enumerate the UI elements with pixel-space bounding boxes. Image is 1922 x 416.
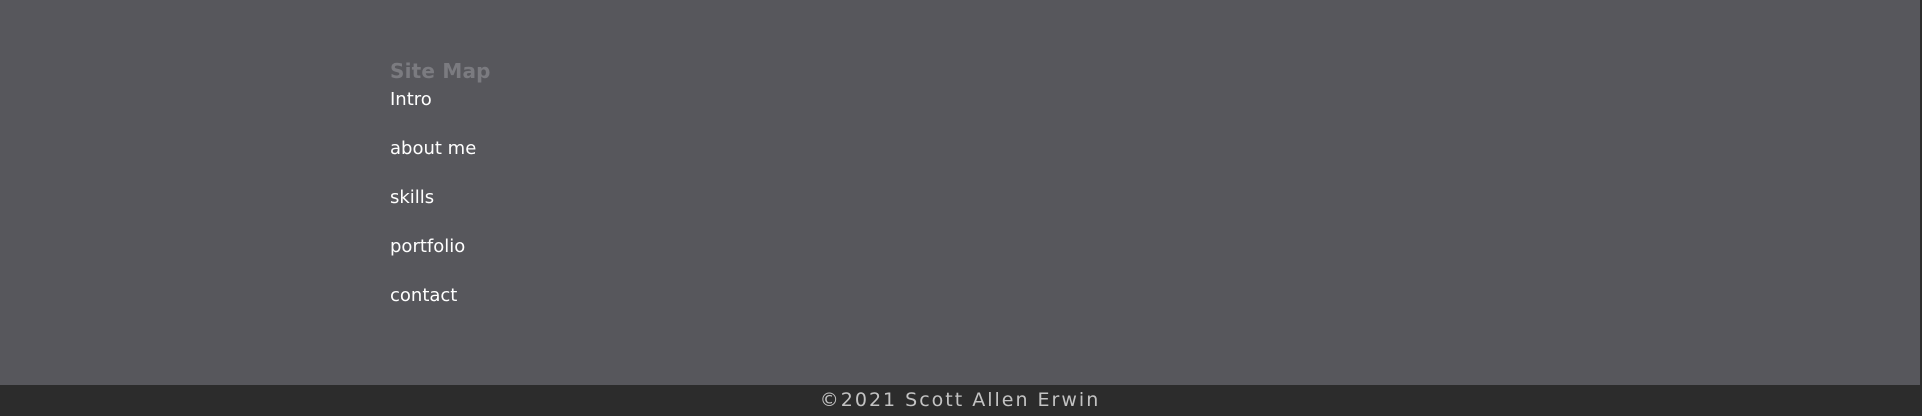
copyright-text: ©2021 Scott Allen Erwin (819, 389, 1101, 411)
site-map-item-skills: skills (390, 186, 491, 235)
site-map-list: Intro about me skills portfolio contact (390, 88, 491, 333)
site-map-link-contact[interactable]: contact (390, 284, 457, 308)
footer-main-section: Site Map Intro about me skills portfolio… (0, 0, 1920, 385)
site-map-link-skills[interactable]: skills (390, 186, 434, 210)
site-map-item-intro: Intro (390, 88, 491, 137)
site-map-title: Site Map (390, 59, 491, 83)
site-map-link-about-me[interactable]: about me (390, 137, 476, 161)
copyright-bar: ©2021 Scott Allen Erwin (0, 385, 1920, 416)
site-map-item-contact: contact (390, 284, 491, 333)
site-map-link-intro[interactable]: Intro (390, 88, 432, 112)
site-map-item-about-me: about me (390, 137, 491, 186)
site-map-link-portfolio[interactable]: portfolio (390, 235, 465, 259)
site-map-item-portfolio: portfolio (390, 235, 491, 284)
site-map: Site Map Intro about me skills portfolio… (390, 54, 491, 333)
